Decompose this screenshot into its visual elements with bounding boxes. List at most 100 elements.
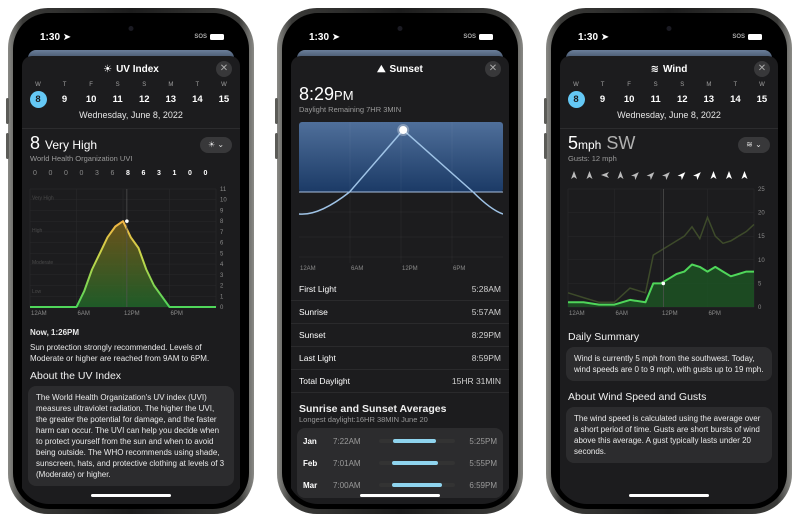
week-selector: W 8 T 9 F 10 S 11 S 12 M 13 T 14 W 15 [560,82,778,108]
day-12[interactable]: S 12 [134,82,154,108]
y-tick-label: 8 [220,219,224,225]
wind-gusts: Gusts: 12 mph [568,154,617,163]
current-point [661,281,666,286]
sheet-header: ≋ Wind ✕ [560,56,778,82]
hourly-uv-label: 0 [204,170,208,177]
row-value: 5:28AM [471,284,501,294]
chevron-down-icon: ⌄ [755,140,762,149]
averages-heading: Sunrise and Sunset Averages [299,403,447,415]
wind-chart[interactable]: 0 5 10 15 20 25 12AM 6AM 12PM 6PM [566,167,772,317]
hourly-uv-label: 0 [49,170,53,177]
wind-direction-arrow-icon [646,172,655,180]
day-11[interactable]: S 11 [646,82,666,108]
day-number: 14 [192,94,203,105]
day-number: 9 [599,94,606,105]
day-9[interactable]: T9 [55,82,75,108]
wind-icon: ≋ [650,63,660,75]
day-14[interactable]: T 14 [725,82,745,108]
hourly-uv-label: 3 [95,170,99,177]
uv-band-label: Moderate [32,260,53,266]
x-tick-label: 12PM [662,311,678,317]
day-of-week: F [627,82,631,88]
status-sos: SOS [194,34,207,40]
y-tick-label: 1 [220,294,224,300]
sheet-title: UV Index [116,63,159,75]
day-13[interactable]: M 13 [699,82,719,108]
y-tick-label: 11 [220,187,227,193]
close-button[interactable]: ✕ [754,61,770,77]
sunset-sheet: ⛰ Sunset ✕ 8:29PM Daylight Remaining 7HR… [291,56,509,504]
uv-value: 8 [30,133,41,153]
hourly-uv-label: 8 [126,170,130,177]
day-8[interactable]: W8 [28,82,48,108]
day-14[interactable]: T 14 [187,82,207,108]
chart-type-dropdown[interactable]: ☀ ⌄ [200,137,232,153]
current-point [125,219,129,223]
daylight-bar-track [379,483,455,487]
y-tick-label: 25 [758,187,765,193]
week-selector: W 8 T 9 F 10 S 11 S 12 M 13 T 14 W 15 [22,82,240,108]
close-button[interactable]: ✕ [485,61,501,77]
now-label: Now, 1:26PM [30,328,80,337]
day-8[interactable]: W8 [566,82,586,108]
about-heading: About the UV Index [30,370,122,382]
y-tick-label: 0 [758,305,762,311]
day-10[interactable]: F 10 [619,82,639,108]
sunset-icon: ⛰ [377,63,386,75]
average-row: Mar 7:00AM 6:59PM [303,474,497,496]
day-9[interactable]: T9 [593,82,613,108]
y-tick-label: 9 [220,208,224,214]
day-number: 11 [112,94,123,105]
day-12[interactable]: S 12 [672,82,692,108]
y-tick-label: 5 [758,281,762,287]
screen: 1:30 ➤ SOS ≋ Wind ✕ W 8 T 9 F 10 S 11 S 12 M 13 T 14 W… [556,18,782,504]
sun-icon: ☀ [207,140,216,149]
wind-direction-arrow-icon [741,171,748,179]
chart-type-dropdown[interactable]: ≋ ⌄ [738,137,770,153]
status-bar: 1:30 ➤ SOS [40,30,224,44]
close-button[interactable]: ✕ [216,61,232,77]
status-time: 1:30 [309,31,330,43]
day-10[interactable]: F 10 [81,82,101,108]
about-heading: About Wind Speed and Gusts [568,391,707,403]
y-tick-label: 4 [220,262,224,268]
day-11[interactable]: S 11 [108,82,128,108]
uv-band-label: Low [32,289,42,295]
hourly-uv-label: 0 [80,170,84,177]
row-value: 8:29PM [471,330,501,340]
wind-direction-arrow-icon [601,172,609,178]
average-row: Feb 7:01AM 5:55PM [303,452,497,474]
row-label: Sunset [299,330,326,340]
sun-time-row: Total Daylight 15HR 31MIN [291,370,509,393]
hourly-uv-label: 6 [142,170,146,177]
avg-sunrise: 7:01AM [333,458,361,468]
wind-icon: ≋ [746,140,753,149]
volume-button [275,133,278,159]
home-indicator[interactable] [91,494,171,497]
battery-icon [479,34,493,40]
day-of-week: W [35,82,41,88]
x-tick-label: 12PM [124,311,140,317]
avg-sunrise: 7:22AM [333,436,361,446]
x-tick-label: 12AM [31,311,47,317]
day-number: 15 [756,94,768,105]
row-value: 5:57AM [471,307,501,317]
day-15[interactable]: W 15 [752,82,772,108]
day-13[interactable]: M 13 [161,82,181,108]
chevron-down-icon: ⌄ [217,140,225,149]
day-15[interactable]: W 15 [214,82,234,108]
uv-chart[interactable]: 0 1 2 3 4 5 6 7 8 9 10 11 12AM 6AM 12PM 6PM 0 0 0 0 3 6 8 6 3 1 0 0… [28,167,234,317]
day-of-week: S [115,82,120,88]
wind-direction-arrow-icon [726,171,732,179]
home-indicator[interactable] [629,494,709,497]
sun-chart[interactable]: 12AM 6AM 12PM 6PM [297,118,503,278]
wind-direction-arrow-icon [571,171,577,179]
row-value: 8:59PM [471,353,501,363]
selected-date: Wednesday, June 8, 2022 [617,110,721,120]
status-bar: 1:30 ➤ SOS [578,30,762,44]
hourly-uv-label: 0 [33,170,37,177]
home-indicator[interactable] [360,494,440,497]
summary-card: Wind is currently 5 mph from the southwe… [566,347,772,381]
row-label: Total Daylight [299,376,351,386]
y-tick-label: 2 [220,284,224,290]
